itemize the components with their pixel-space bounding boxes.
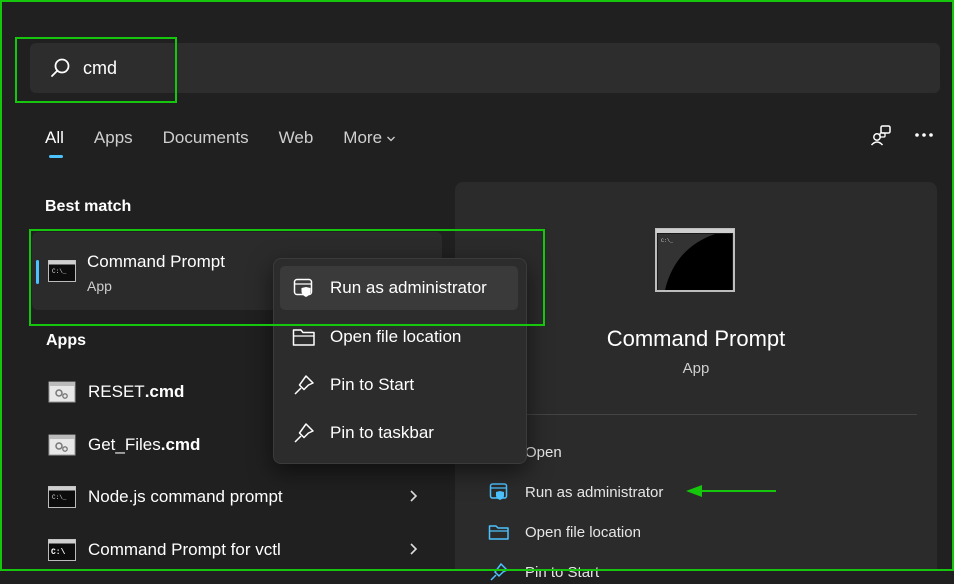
- pin-icon: [488, 562, 510, 582]
- context-menu-run-as-admin[interactable]: Run as administrator: [280, 266, 518, 310]
- svg-text:C:\: C:\: [51, 548, 66, 557]
- batch-file-icon: [48, 434, 76, 456]
- context-menu-label: Pin to taskbar: [330, 423, 434, 442]
- details-action-label: Run as administrator: [525, 483, 664, 501]
- best-match-name: Command Prompt: [87, 252, 225, 271]
- tab-web[interactable]: Web: [279, 128, 314, 148]
- cmd-large-icon: C:\_: [655, 228, 735, 292]
- folder-icon: [488, 522, 510, 542]
- app-item-label: RESET.cmd: [88, 382, 185, 401]
- more-options-icon[interactable]: [914, 132, 934, 138]
- folder-icon: [292, 326, 316, 348]
- details-panel: C:\_ Command Prompt App Open Run as admi…: [455, 182, 937, 581]
- best-match-type: App: [87, 278, 112, 294]
- details-action-open-location[interactable]: Open file location: [488, 520, 641, 544]
- best-match-heading: Best match: [45, 198, 132, 215]
- search-icon: [51, 58, 70, 77]
- details-divider: [525, 414, 917, 415]
- search-box[interactable]: cmd: [30, 43, 940, 93]
- tab-apps[interactable]: Apps: [94, 128, 133, 148]
- tab-more[interactable]: More: [343, 128, 396, 148]
- chevron-right-icon[interactable]: [408, 489, 418, 503]
- app-item-label: Command Prompt for vctl: [88, 540, 281, 559]
- context-menu-label: Open file location: [330, 327, 462, 346]
- details-action-label: Pin to Start: [525, 563, 600, 581]
- tab-more-label: More: [343, 128, 383, 147]
- account-switch-icon[interactable]: [870, 124, 892, 146]
- details-action-run-as-admin[interactable]: Run as administrator: [488, 480, 663, 504]
- pin-icon: [292, 422, 316, 444]
- context-menu-label: Run as administrator: [330, 278, 487, 297]
- details-action-label: Open: [525, 443, 562, 461]
- chevron-right-icon[interactable]: [408, 542, 418, 556]
- tab-documents[interactable]: Documents: [163, 128, 249, 148]
- context-menu-pin-start[interactable]: Pin to Start: [280, 363, 518, 407]
- svg-text:C:\_: C:\_: [52, 494, 67, 501]
- details-action-pin-start[interactable]: Pin to Start: [488, 560, 599, 584]
- app-item-nodejs-prompt[interactable]: C:\_ Node.js command prompt: [48, 477, 428, 517]
- details-action-label: Open file location: [525, 523, 641, 541]
- context-menu: Run as administrator Open file location …: [273, 258, 527, 464]
- app-item-label: Get_Files.cmd: [88, 435, 201, 454]
- svg-text:C:\_: C:\_: [661, 238, 674, 244]
- shield-window-icon: [488, 482, 510, 502]
- shield-window-icon: [292, 277, 316, 299]
- app-item-label: Node.js command prompt: [88, 487, 283, 506]
- apps-heading: Apps: [46, 332, 86, 349]
- filter-tabs: All Apps Documents Web More: [45, 128, 426, 158]
- chevron-down-icon: [387, 136, 395, 141]
- details-title: Command Prompt: [606, 326, 786, 351]
- details-subtitle: App: [682, 360, 710, 377]
- cmd-app-icon: C:\: [48, 539, 76, 561]
- top-right-icons: [870, 124, 934, 146]
- selection-indicator: [36, 260, 39, 284]
- cmd-app-icon: C:\_: [48, 486, 76, 508]
- batch-file-icon: [48, 381, 76, 403]
- tab-all[interactable]: All: [45, 128, 64, 158]
- app-item-cmd-vctl[interactable]: C:\ Command Prompt for vctl: [48, 530, 428, 570]
- cmd-app-icon: C:\_: [48, 260, 76, 282]
- context-menu-open-location[interactable]: Open file location: [280, 315, 518, 359]
- context-menu-pin-taskbar[interactable]: Pin to taskbar: [280, 411, 518, 455]
- svg-text:C:\_: C:\_: [52, 268, 67, 275]
- annotation-arrow-icon: [686, 485, 776, 497]
- context-menu-label: Pin to Start: [330, 375, 415, 394]
- pin-icon: [292, 374, 316, 396]
- search-input[interactable]: cmd: [83, 58, 117, 79]
